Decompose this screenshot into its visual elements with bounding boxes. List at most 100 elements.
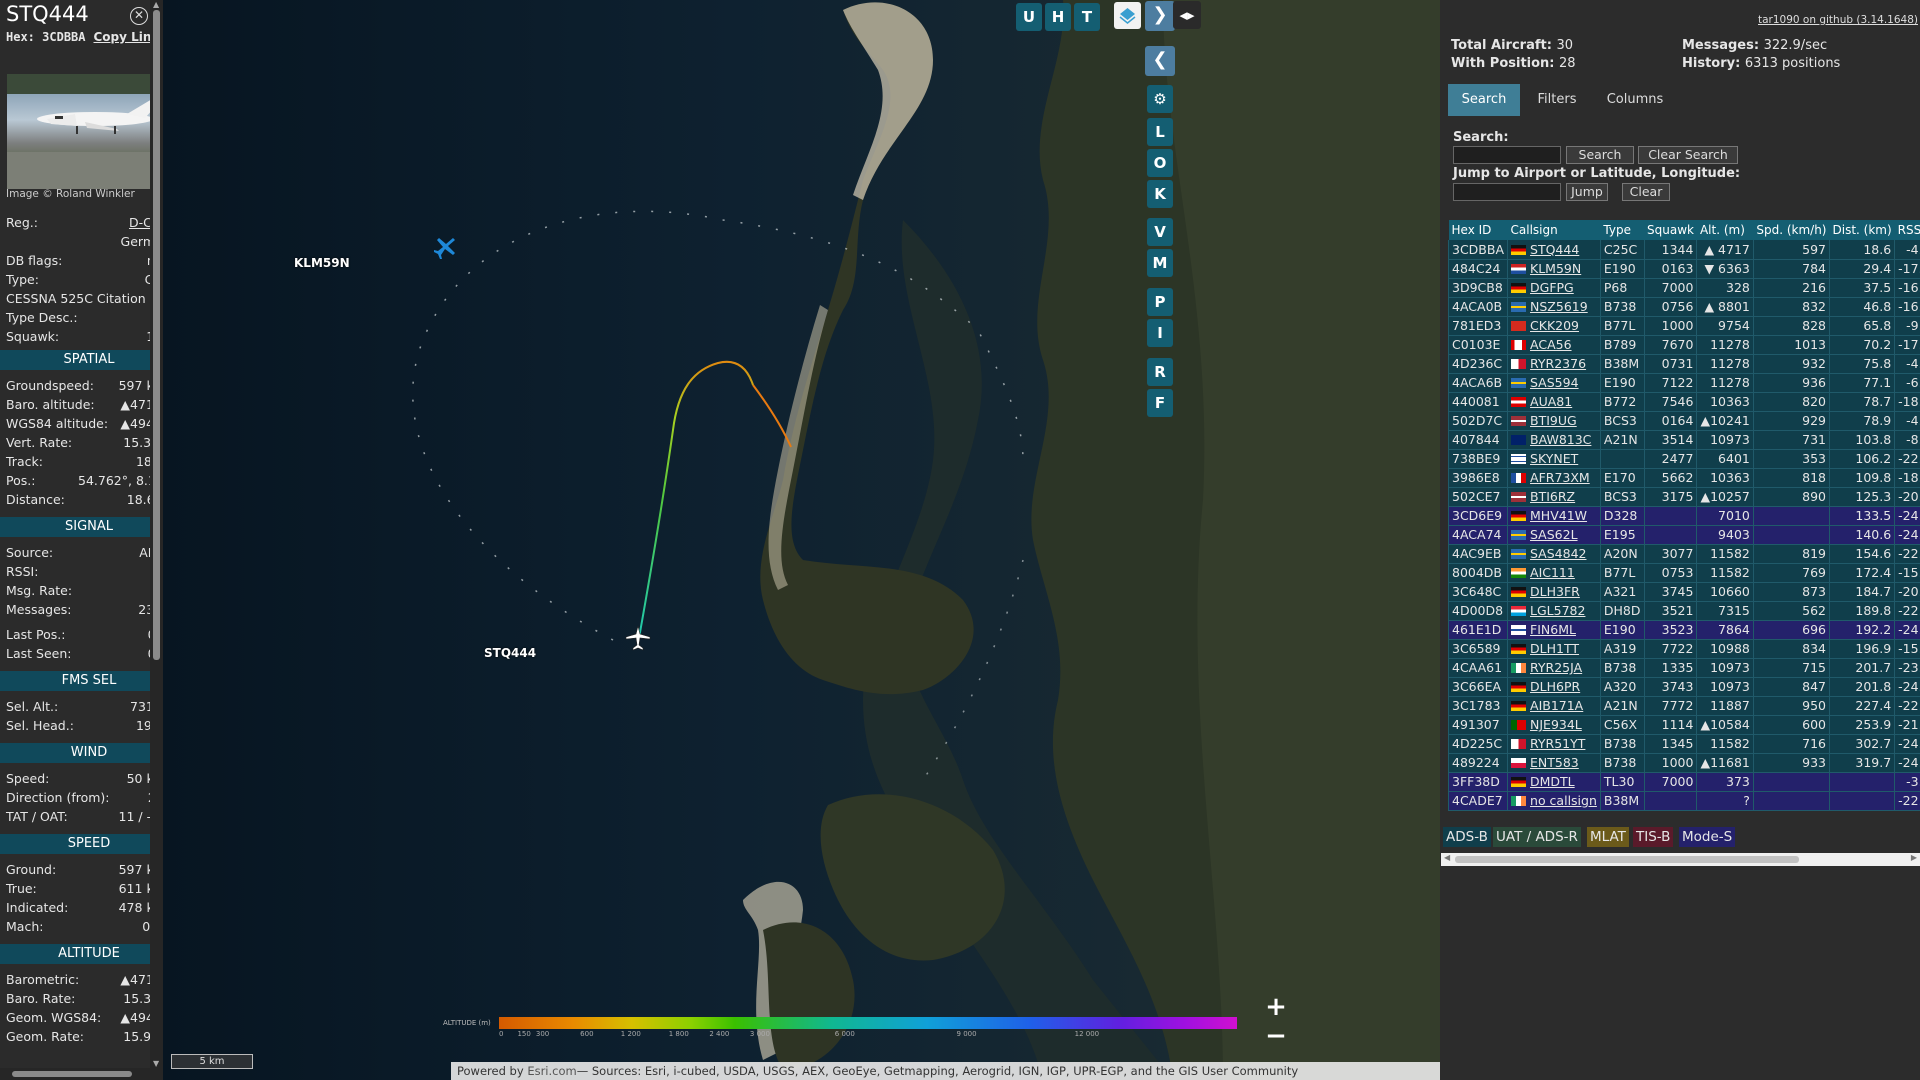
callsign-link[interactable]: LGL5782 bbox=[1530, 603, 1585, 618]
callsign-link[interactable]: DLH1TT bbox=[1530, 641, 1579, 656]
map-button-o[interactable]: O bbox=[1147, 149, 1173, 177]
search-input[interactable] bbox=[1453, 146, 1561, 164]
aircraft-klm59n-icon[interactable] bbox=[433, 235, 459, 261]
callsign-cell[interactable]: DLH3FR bbox=[1507, 582, 1601, 602]
table-row[interactable]: 4CAA61 RYR25JA B738133510973715201.7-23.9 bbox=[1447, 658, 1920, 678]
clear-search-button[interactable]: Clear Search bbox=[1638, 146, 1738, 164]
table-row[interactable]: 3CD6E9 MHV41W D328 7010 133.5-24.6 bbox=[1447, 506, 1920, 526]
map-button-v[interactable]: V bbox=[1147, 218, 1173, 246]
callsign-cell[interactable]: DGFPG bbox=[1507, 278, 1601, 298]
callsign-link[interactable]: CKK209 bbox=[1530, 318, 1579, 333]
column-header[interactable]: Type bbox=[1600, 220, 1644, 240]
callsign-cell[interactable]: DMDTL bbox=[1507, 772, 1601, 792]
column-header[interactable]: Alt. (m) bbox=[1696, 220, 1754, 240]
table-row[interactable]: 4D236C RYR2376 B38M07311127893275.8-4.8 bbox=[1447, 354, 1920, 374]
callsign-cell[interactable]: SAS594 bbox=[1507, 373, 1601, 393]
table-row[interactable]: 407844 BAW813C A21N351410973731103.8-8.0 bbox=[1447, 430, 1920, 450]
callsign-link[interactable]: NSZ5619 bbox=[1530, 299, 1588, 314]
callsign-link[interactable]: AFR73XM bbox=[1530, 470, 1590, 485]
column-header[interactable]: Hex ID bbox=[1448, 220, 1508, 240]
hscrollbar-thumb[interactable] bbox=[12, 1071, 132, 1077]
callsign-link[interactable]: SAS594 bbox=[1530, 375, 1579, 390]
toggle-sidebar-button[interactable]: ◂▸ bbox=[1173, 1, 1201, 29]
column-header[interactable]: Dist. (km) bbox=[1829, 220, 1895, 240]
callsign-cell[interactable]: SAS4842 bbox=[1507, 544, 1601, 564]
callsign-cell[interactable]: ENT583 bbox=[1507, 753, 1601, 773]
callsign-cell[interactable]: FIN6ML bbox=[1507, 620, 1601, 640]
scroll-left-icon[interactable]: ◀ bbox=[1444, 853, 1450, 862]
table-row[interactable]: 4D00D8 LGL5782 DH8D35217315562189.8-22.6 bbox=[1447, 601, 1920, 621]
callsign-cell[interactable]: CKK209 bbox=[1507, 316, 1601, 336]
map-view[interactable]: KLM59N STQ444 UHT ❯ ◂▸ ❮ ⚙ LOKVMPIRF 5 k… bbox=[163, 0, 1440, 1080]
layers-button[interactable] bbox=[1114, 2, 1141, 29]
scroll-right-icon[interactable]: ▶ bbox=[1911, 853, 1917, 862]
table-row[interactable]: 781ED3 CKK209 B77L1000975482865.8-9.1 bbox=[1447, 316, 1920, 336]
column-header[interactable]: Callsign bbox=[1507, 220, 1601, 240]
callsign-cell[interactable]: DLH1TT bbox=[1507, 639, 1601, 659]
github-link[interactable]: tar1090 on github (3.14.1648) bbox=[1758, 14, 1918, 26]
table-hscrollbar[interactable]: ◀ ▶ bbox=[1441, 853, 1920, 866]
map-button-u[interactable]: U bbox=[1016, 3, 1042, 31]
callsign-link[interactable]: SAS4842 bbox=[1530, 546, 1586, 561]
table-row[interactable]: 8004DB AIC111 B77L075311582769172.4-15.2 bbox=[1447, 563, 1920, 583]
zoom-out-button[interactable]: − bbox=[1265, 1023, 1287, 1049]
callsign-cell[interactable]: STQ444 bbox=[1507, 240, 1601, 260]
left-panel-scrollbar[interactable]: ▲ ▼ bbox=[150, 0, 163, 1080]
table-row[interactable]: 3C66EA DLH6PR A320374310973847201.8-24.0 bbox=[1447, 677, 1920, 697]
close-icon[interactable]: ✕ bbox=[130, 7, 148, 25]
tab-filters[interactable]: Filters bbox=[1522, 84, 1592, 116]
scroll-up-icon[interactable]: ▲ bbox=[153, 0, 159, 9]
callsign-cell[interactable]: BAW813C bbox=[1507, 430, 1601, 450]
aircraft-label-stq444[interactable]: STQ444 bbox=[484, 646, 536, 660]
table-row[interactable]: C0103E ACA56 B789767011278101370.2-17.0 bbox=[1447, 335, 1920, 355]
table-row[interactable]: 461E1D FIN6ML E19035237864696192.2-24.7 bbox=[1447, 620, 1920, 640]
table-row[interactable]: 4ACA6B SAS594 E19071221127893677.1-6.3 bbox=[1447, 373, 1920, 393]
table-row[interactable]: 3C648C DLH3FR A321374510660873184.7-20.8 bbox=[1447, 582, 1920, 602]
table-row[interactable]: 3D9CB8 DGFPG P68700032821637.5-16.4 bbox=[1447, 278, 1920, 298]
callsign-link[interactable]: MHV41W bbox=[1530, 508, 1587, 523]
callsign-link[interactable]: NJE934L bbox=[1530, 717, 1582, 732]
zoom-in-button[interactable]: + bbox=[1265, 994, 1287, 1020]
callsign-link[interactable]: RYR25JA bbox=[1530, 660, 1582, 675]
callsign-cell[interactable]: RYR2376 bbox=[1507, 354, 1601, 374]
callsign-link[interactable]: RYR2376 bbox=[1530, 356, 1586, 371]
callsign-link[interactable]: DLH6PR bbox=[1530, 679, 1580, 694]
callsign-cell[interactable]: RYR25JA bbox=[1507, 658, 1601, 678]
callsign-cell[interactable]: AIC111 bbox=[1507, 563, 1601, 583]
table-row[interactable]: 4CADE7 no callsignB38M? -22.6 bbox=[1447, 791, 1920, 811]
callsign-link[interactable]: BAW813C bbox=[1530, 432, 1591, 447]
callsign-cell[interactable]: ACA56 bbox=[1507, 335, 1601, 355]
table-row[interactable]: 491307 NJE934L C56X1114▲10584600253.9-21.8 bbox=[1447, 715, 1920, 735]
table-row[interactable]: 3CDBBA STQ444 C25C1344▲ 471759718.6-4.4 bbox=[1447, 240, 1920, 260]
callsign-cell[interactable]: BTI6RZ bbox=[1507, 487, 1601, 507]
table-row[interactable]: 3C6589 DLH1TT A319772210988834196.9-15.0 bbox=[1447, 639, 1920, 659]
callsign-cell[interactable]: RYR51YT bbox=[1507, 734, 1601, 754]
callsign-link[interactable]: AUA81 bbox=[1530, 394, 1572, 409]
map-button-r[interactable]: R bbox=[1147, 358, 1173, 386]
tab-search[interactable]: Search bbox=[1448, 84, 1520, 116]
table-row[interactable]: 4D225C RYR51YT B738134511582716302.7-24.5 bbox=[1447, 734, 1920, 754]
jump-input[interactable] bbox=[1453, 183, 1561, 201]
callsign-link[interactable]: SKYNET bbox=[1530, 451, 1578, 466]
callsign-cell[interactable]: NJE934L bbox=[1507, 715, 1601, 735]
table-row[interactable]: 3986E8 AFR73XM E170566210363818109.8-18.3 bbox=[1447, 468, 1920, 488]
copy-link-button[interactable]: Copy Link bbox=[94, 30, 151, 44]
map-button-f[interactable]: F bbox=[1147, 389, 1173, 417]
column-header[interactable]: RSSI bbox=[1894, 220, 1920, 240]
callsign-cell[interactable]: AUA81 bbox=[1507, 392, 1601, 412]
table-row[interactable]: 484C24 KLM59N E1900163▼ 636378429.4-17.9 bbox=[1447, 259, 1920, 279]
callsign-link[interactable]: BTI9UG bbox=[1530, 413, 1577, 428]
clear-button[interactable]: Clear bbox=[1622, 183, 1670, 201]
callsign-cell[interactable]: LGL5782 bbox=[1507, 601, 1601, 621]
table-hscrollbar-thumb[interactable] bbox=[1455, 856, 1799, 863]
table-row[interactable]: 738BE9 SKYNET 24776401353106.2-22.2 bbox=[1447, 449, 1920, 469]
callsign-link[interactable]: ENT583 bbox=[1530, 755, 1579, 770]
callsign-link[interactable]: ACA56 bbox=[1530, 337, 1572, 352]
column-header[interactable]: Squawk bbox=[1644, 220, 1697, 240]
expand-panel-button[interactable]: ❯ bbox=[1145, 1, 1175, 31]
esri-link[interactable]: Esri.com bbox=[527, 1064, 576, 1078]
aircraft-label-klm59n[interactable]: KLM59N bbox=[294, 256, 350, 270]
callsign-link[interactable]: AIB171A bbox=[1530, 698, 1583, 713]
tab-columns[interactable]: Columns bbox=[1594, 84, 1676, 116]
callsign-link[interactable]: DMDTL bbox=[1530, 774, 1575, 789]
